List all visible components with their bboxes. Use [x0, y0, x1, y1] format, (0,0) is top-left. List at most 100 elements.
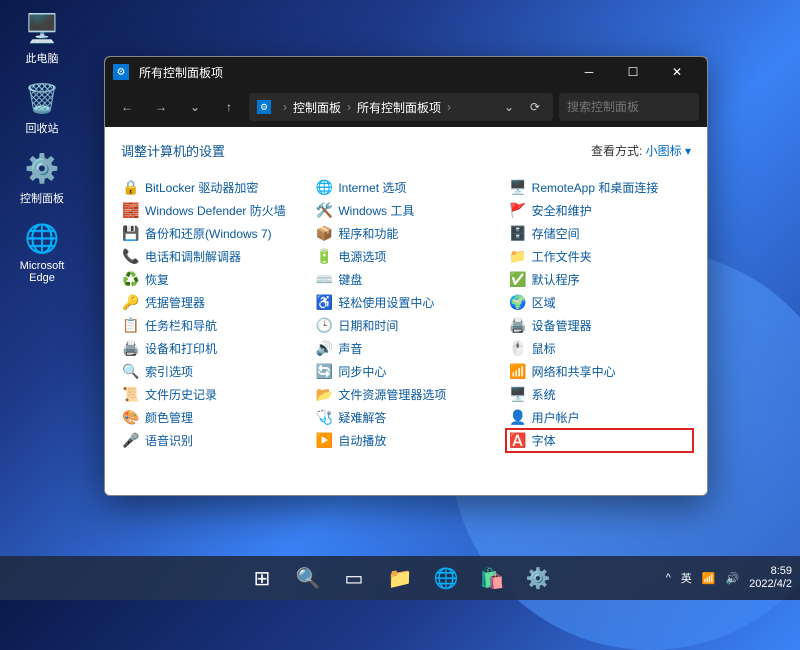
cp-item[interactable]: 🧱 Windows Defender 防火墙: [121, 201, 304, 220]
cp-item-label: 默认程序: [532, 271, 580, 288]
cp-item[interactable]: 🗄️ 存储空间: [508, 224, 691, 243]
forward-button[interactable]: →: [147, 93, 175, 121]
titlebar[interactable]: ⚙ 所有控制面板项 ─ ☐ ✕: [105, 57, 707, 87]
items-grid: 🔒 BitLocker 驱动器加密 🌐 Internet 选项 🖥️ RemoteA…: [121, 178, 691, 450]
cp-item-icon: ✅: [510, 272, 526, 288]
cp-item[interactable]: 🔊 声音: [314, 339, 497, 358]
cp-item[interactable]: 🎨 颜色管理: [121, 408, 304, 427]
cp-item[interactable]: 📶 网络和共享中心: [508, 362, 691, 381]
taskbar-control-panel-task[interactable]: ⚙️: [518, 558, 558, 598]
cp-item[interactable]: 🖱️ 鼠标: [508, 339, 691, 358]
address-bar[interactable]: ⚙ › 控制面板 › 所有控制面板项 › ⌄ ⟳: [249, 93, 553, 121]
cp-item-label: 用户帐户: [532, 409, 580, 426]
cp-item[interactable]: ✅ 默认程序: [508, 270, 691, 289]
cp-item[interactable]: 👤 用户帐户: [508, 408, 691, 427]
cp-item-label: Internet 选项: [338, 179, 406, 196]
cp-item-label: Windows Defender 防火墙: [145, 202, 286, 219]
cp-item[interactable]: 🔋 电源选项: [314, 247, 497, 266]
tray-chevron-icon[interactable]: ^: [666, 572, 671, 584]
cp-item-label: 文件资源管理器选项: [338, 386, 446, 403]
cp-item[interactable]: 🩺 疑难解答: [314, 408, 497, 427]
ime-indicator[interactable]: 英: [681, 570, 692, 586]
window-title: 所有控制面板项: [135, 64, 567, 81]
minimize-button[interactable]: ─: [567, 57, 611, 87]
cp-item[interactable]: 🛠️ Windows 工具: [314, 201, 497, 220]
cp-item[interactable]: 📞 电话和调制解调器: [121, 247, 304, 266]
edge-icon: 🌐: [24, 220, 60, 256]
cp-item[interactable]: 🔒 BitLocker 驱动器加密: [121, 178, 304, 197]
control-panel-icon: ⚙️: [24, 150, 60, 186]
close-button[interactable]: ✕: [655, 57, 699, 87]
cp-item-label: 安全和维护: [532, 202, 592, 219]
desktop-icon-this-pc[interactable]: 🖥️ 此电脑: [10, 10, 74, 66]
cp-item-label: 字体: [532, 432, 556, 449]
cp-item-icon: 🅰️: [510, 433, 526, 449]
cp-item[interactable]: 🔍 索引选项: [121, 362, 304, 381]
this-pc-icon: 🖥️: [24, 10, 60, 46]
cp-item-label: 颜色管理: [145, 409, 193, 426]
cp-item[interactable]: 🔑 凭据管理器: [121, 293, 304, 312]
cp-item[interactable]: 🕒 日期和时间: [314, 316, 497, 335]
view-dropdown[interactable]: 小图标 ▾: [646, 144, 691, 158]
clock[interactable]: 8:59 2022/4/2: [749, 565, 792, 591]
taskbar-taskview[interactable]: ▭: [334, 558, 374, 598]
cp-item[interactable]: 📂 文件资源管理器选项: [314, 385, 497, 404]
desktop-icon-edge[interactable]: 🌐 Microsoft Edge: [10, 220, 74, 284]
cp-item-icon: 📂: [316, 387, 332, 403]
cp-item[interactable]: 📜 文件历史记录: [121, 385, 304, 404]
cp-item-icon: 🎨: [123, 410, 139, 426]
navbar: ← → ⌄ ↑ ⚙ › 控制面板 › 所有控制面板项 › ⌄ ⟳ 🔍: [105, 87, 707, 127]
cp-item-label: 疑难解答: [338, 409, 386, 426]
desktop-icon-recycle-bin[interactable]: 🗑️ 回收站: [10, 80, 74, 136]
cp-item[interactable]: 🔄 同步中心: [314, 362, 497, 381]
taskbar-search[interactable]: 🔍: [288, 558, 328, 598]
taskbar-edge[interactable]: 🌐: [426, 558, 466, 598]
view-mode[interactable]: 查看方式: 小图标 ▾: [591, 142, 691, 159]
cp-item[interactable]: 📋 任务栏和导航: [121, 316, 304, 335]
cp-item-icon: ♿: [316, 295, 332, 311]
cp-item-icon: 👤: [510, 410, 526, 426]
cp-item[interactable]: 🖥️ 系统: [508, 385, 691, 404]
address-dropdown[interactable]: ⌄: [499, 93, 519, 121]
cp-item[interactable]: ▶️ 自动播放: [314, 431, 497, 450]
cp-item[interactable]: 📁 工作文件夹: [508, 247, 691, 266]
breadcrumb-current[interactable]: 所有控制面板项: [357, 99, 441, 116]
volume-icon[interactable]: 🔊: [725, 572, 739, 585]
maximize-button[interactable]: ☐: [611, 57, 655, 87]
cp-item[interactable]: 📦 程序和功能: [314, 224, 497, 243]
cp-item-label: 鼠标: [532, 340, 556, 357]
desktop-icon-label: Microsoft Edge: [10, 260, 74, 284]
cp-item[interactable]: ♿ 轻松使用设置中心: [314, 293, 497, 312]
cp-item-icon: 🗄️: [510, 226, 526, 242]
cp-item[interactable]: 🌐 Internet 选项: [314, 178, 497, 197]
taskbar-store[interactable]: 🛍️: [472, 558, 512, 598]
cp-item[interactable]: 🖨️ 设备和打印机: [121, 339, 304, 358]
refresh-button[interactable]: ⟳: [525, 93, 545, 121]
cp-item-icon: 🩺: [316, 410, 332, 426]
cp-item[interactable]: 🌍 区域: [508, 293, 691, 312]
cp-item-icon: 🖨️: [123, 341, 139, 357]
taskbar-explorer[interactable]: 📁: [380, 558, 420, 598]
clock-time: 8:59: [749, 565, 792, 578]
breadcrumb-root[interactable]: 控制面板: [293, 99, 341, 116]
cp-item[interactable]: 🅰️ 字体: [508, 431, 691, 450]
cp-item[interactable]: 🚩 安全和维护: [508, 201, 691, 220]
cp-item[interactable]: 🎤 语音识别: [121, 431, 304, 450]
search-input[interactable]: [567, 100, 708, 114]
cp-item[interactable]: 🖨️ 设备管理器: [508, 316, 691, 335]
cp-item-icon: 📁: [510, 249, 526, 265]
back-button[interactable]: ←: [113, 93, 141, 121]
desktop-icon-control-panel[interactable]: ⚙️ 控制面板: [10, 150, 74, 206]
cp-item-icon: 🖨️: [510, 318, 526, 334]
cp-item[interactable]: ♻️ 恢复: [121, 270, 304, 289]
cp-item-label: 键盘: [338, 271, 362, 288]
taskbar-start[interactable]: ⊞: [242, 558, 282, 598]
network-icon[interactable]: 📶: [702, 572, 716, 585]
cp-item[interactable]: 💾 备份和还原(Windows 7): [121, 224, 304, 243]
recent-dropdown[interactable]: ⌄: [181, 93, 209, 121]
search-box[interactable]: 🔍: [559, 93, 699, 121]
up-button[interactable]: ↑: [215, 93, 243, 121]
cp-item[interactable]: 🖥️ RemoteApp 和桌面连接: [508, 178, 691, 197]
cp-item[interactable]: ⌨️ 键盘: [314, 270, 497, 289]
cp-item-label: 电源选项: [338, 248, 386, 265]
